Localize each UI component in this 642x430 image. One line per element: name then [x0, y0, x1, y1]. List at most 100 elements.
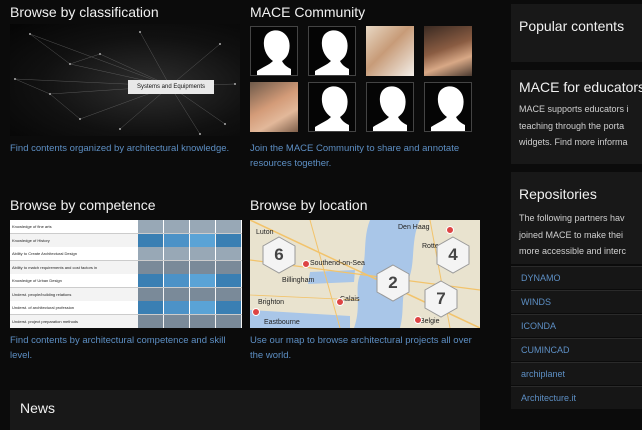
- competence-level-cell[interactable]: [164, 314, 189, 328]
- news-panel: News: [10, 390, 480, 430]
- competence-level-cell[interactable]: [138, 233, 163, 247]
- competence-level-cell[interactable]: [190, 233, 215, 247]
- member-avatar[interactable]: [250, 26, 298, 76]
- member-photo[interactable]: [250, 82, 298, 132]
- repository-link-label[interactable]: DYNAMO: [521, 273, 561, 283]
- competence-row[interactable]: Knowledge of History: [10, 233, 242, 248]
- competence-level-cell[interactable]: [190, 220, 215, 233]
- repository-link[interactable]: Architecture.it: [511, 386, 642, 409]
- member-avatar[interactable]: [308, 26, 356, 76]
- competence-table[interactable]: Knowledge of fine arts Knowledge of Histo…: [10, 220, 242, 328]
- competence-level-cell[interactable]: [216, 301, 241, 314]
- person-silhouette-icon: [431, 86, 465, 131]
- repository-link-label[interactable]: Architecture.it: [521, 393, 576, 403]
- competence-level-cell[interactable]: [190, 260, 215, 274]
- competence-level-cell[interactable]: [164, 301, 189, 314]
- competence-row[interactable]: Knowledge of Urban Design: [10, 274, 242, 288]
- location-caption-line1[interactable]: Use our map to browse architectural proj…: [250, 333, 472, 348]
- map-place-label: Eastbourne: [264, 319, 300, 326]
- competence-level-cell[interactable]: [138, 274, 163, 287]
- map-cluster-count: 4: [448, 245, 458, 264]
- educators-heading[interactable]: MACE for educators: [519, 79, 642, 95]
- member-avatar[interactable]: [424, 82, 472, 132]
- competence-caption-line1[interactable]: Find contents by architectural competenc…: [10, 333, 225, 348]
- member-photo[interactable]: [424, 26, 472, 76]
- repository-link[interactable]: WINDS: [511, 290, 642, 313]
- competence-level-cell[interactable]: [190, 301, 215, 314]
- competence-level-cell[interactable]: [190, 247, 215, 260]
- competence-level-cell[interactable]: [190, 314, 215, 328]
- member-avatar[interactable]: [308, 82, 356, 132]
- map-cluster-marker[interactable]: 6: [262, 236, 296, 274]
- classification-heading[interactable]: Browse by classification: [10, 4, 159, 20]
- repository-link[interactable]: DYNAMO: [511, 266, 642, 289]
- news-heading[interactable]: News: [20, 400, 55, 416]
- competence-label: Knowledge of History: [12, 237, 50, 243]
- competence-level-cell[interactable]: [190, 287, 215, 301]
- map-pin-icon[interactable]: [252, 308, 260, 316]
- repository-link-label[interactable]: archiplanet: [521, 369, 565, 379]
- competence-level-cell[interactable]: [138, 220, 163, 233]
- competence-level-cell[interactable]: [216, 274, 241, 287]
- repositories-text-line: more accessible and interc: [519, 246, 627, 256]
- repository-link-label[interactable]: CUMINCAD: [521, 345, 570, 355]
- competence-level-cell[interactable]: [164, 220, 189, 233]
- community-caption-line2[interactable]: resources together.: [250, 156, 331, 171]
- member-photo[interactable]: [366, 26, 414, 76]
- competence-row[interactable]: Underst. people/building relations: [10, 287, 242, 302]
- location-caption-line2[interactable]: the world.: [250, 348, 291, 363]
- repository-link[interactable]: CUMINCAD: [511, 338, 642, 361]
- competence-row[interactable]: Underst. project preparation methods: [10, 314, 242, 328]
- competence-level-cell[interactable]: [216, 233, 241, 247]
- repository-link-label[interactable]: ICONDA: [521, 321, 556, 331]
- competence-level-cell[interactable]: [164, 233, 189, 247]
- repositories-heading[interactable]: Repositories: [519, 186, 597, 202]
- map-pin-icon[interactable]: [336, 298, 344, 306]
- competence-row[interactable]: Underst. of architectural profession: [10, 301, 242, 315]
- map-pin-icon[interactable]: [302, 260, 310, 268]
- competence-level-cell[interactable]: [164, 287, 189, 301]
- location-map[interactable]: Luton Den Haag Rotte Southend-on-Sea Bil…: [250, 220, 480, 328]
- community-heading[interactable]: MACE Community: [250, 4, 365, 20]
- person-silhouette-icon: [373, 86, 407, 131]
- classification-graph[interactable]: Systems and Equipments: [10, 24, 240, 136]
- competence-row[interactable]: Ability to match requirements and cost f…: [10, 260, 242, 275]
- competence-row[interactable]: Knowledge of fine arts: [10, 220, 242, 234]
- competence-heading[interactable]: Browse by competence: [10, 197, 156, 213]
- popular-heading[interactable]: Popular contents: [519, 18, 624, 34]
- competence-caption-line2[interactable]: level.: [10, 348, 32, 363]
- competence-level-cell[interactable]: [216, 247, 241, 260]
- competence-level-cell[interactable]: [164, 247, 189, 260]
- map-cluster-marker[interactable]: 4: [436, 236, 470, 274]
- competence-level-cell[interactable]: [138, 314, 163, 328]
- competence-level-cell[interactable]: [216, 260, 241, 274]
- repository-link[interactable]: ICONDA: [511, 314, 642, 337]
- repository-link-label[interactable]: WINDS: [521, 297, 551, 307]
- competence-level-cell[interactable]: [164, 274, 189, 287]
- classification-node-label[interactable]: Systems and Equipments: [128, 80, 214, 94]
- competence-level-cell[interactable]: [138, 287, 163, 301]
- map-cluster-marker[interactable]: 7: [424, 280, 458, 318]
- competence-level-cell[interactable]: [216, 314, 241, 328]
- map-cluster-marker[interactable]: 2: [376, 264, 410, 302]
- map-pin-icon[interactable]: [446, 226, 454, 234]
- competence-level-cell[interactable]: [216, 220, 241, 233]
- educators-text-line: widgets. Find more informa: [519, 137, 628, 147]
- person-silhouette-icon: [315, 86, 349, 131]
- member-avatar[interactable]: [366, 82, 414, 132]
- competence-level-cell[interactable]: [138, 260, 163, 274]
- location-heading[interactable]: Browse by location: [250, 197, 368, 213]
- competence-level-cell[interactable]: [216, 287, 241, 301]
- competence-level-cell[interactable]: [138, 301, 163, 314]
- map-pin-icon[interactable]: [414, 316, 422, 324]
- community-caption-line1[interactable]: Join the MACE Community to share and ann…: [250, 141, 459, 156]
- repository-link[interactable]: archiplanet: [511, 362, 642, 385]
- competence-level-cell[interactable]: [164, 260, 189, 274]
- competence-row[interactable]: Ability to Create Architectural Design: [10, 247, 242, 261]
- popular-panel: Popular contents: [511, 4, 642, 62]
- classification-caption[interactable]: Find contents organized by architectural…: [10, 141, 229, 156]
- competence-level-cell[interactable]: [138, 247, 163, 260]
- competence-level-cell[interactable]: [190, 274, 215, 287]
- repositories-text-line: The following partners hav: [519, 213, 625, 223]
- educators-text-line: MACE supports educators i: [519, 104, 629, 114]
